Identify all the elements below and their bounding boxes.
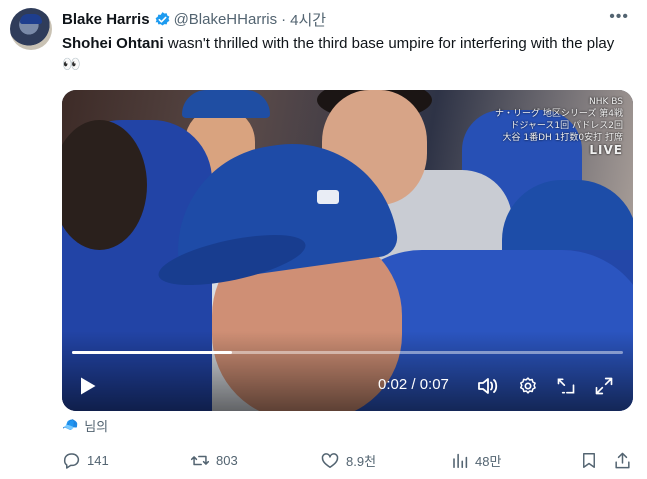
repost-count: 803 [216, 452, 238, 468]
like-button[interactable]: 8.9천 [320, 449, 376, 471]
share-button[interactable] [613, 449, 638, 471]
action-bar: 141 803 8.9천 48만 [62, 449, 637, 471]
eyes-emoji: 👀 [62, 56, 81, 73]
tagged-user-row[interactable]: 🧢 님의 [62, 416, 108, 434]
overlay-line: ナ・リーグ 地区シリーズ 第4戦 [495, 109, 623, 119]
play-icon[interactable] [76, 372, 100, 400]
tweet-text-body: wasn't thrilled with the third base umpi… [163, 35, 615, 52]
views-button[interactable]: 48만 [451, 449, 501, 471]
more-options-icon[interactable]: ••• [609, 9, 629, 25]
video-progress-bar[interactable] [72, 351, 623, 354]
video-player[interactable]: NHK BS ナ・リーグ 地区シリーズ 第4戦 ドジャース1回 パドレス2回 大… [62, 90, 633, 411]
settings-gear-icon[interactable] [514, 372, 542, 400]
controls-shade [62, 331, 633, 411]
heart-icon [321, 452, 339, 468]
repost-icon [190, 455, 210, 465]
bookmark-icon [583, 452, 595, 468]
volume-icon[interactable] [474, 372, 502, 400]
picture-in-picture-icon[interactable] [552, 372, 580, 400]
header-separator: · [281, 10, 287, 28]
reply-count: 141 [87, 452, 109, 468]
tweet-text: Shohei Ohtani wasn't thrilled with the t… [62, 33, 637, 75]
tag-label: 님의 [84, 418, 109, 434]
avatar[interactable] [10, 8, 52, 50]
broadcast-overlay: NHK BS ナ・リーグ 地区シリーズ 第4戦 ドジャース1回 パドレス2回 大… [495, 96, 623, 156]
tweet-time[interactable]: 4시간 [290, 9, 326, 30]
video-time: 0:02 / 0:07 [378, 376, 449, 393]
author-handle[interactable]: @BlakeHHarris [174, 11, 278, 28]
bookmark-button[interactable] [580, 449, 604, 471]
author-name[interactable]: Blake Harris [62, 11, 150, 28]
avatar-cap [20, 14, 42, 24]
repost-button[interactable]: 803 [190, 449, 238, 471]
views-chart-icon [453, 453, 468, 468]
overlay-live: LIVE [589, 143, 623, 157]
like-count: 8.9천 [346, 453, 377, 469]
tweet-text-bold[interactable]: Shohei Ohtani [62, 35, 164, 52]
reply-icon [63, 452, 80, 469]
tag-emoji: 🧢 [62, 417, 79, 432]
reply-button[interactable]: 141 [62, 449, 109, 471]
tweet-header: Blake Harris @BlakeHHarris · 4시간 [62, 9, 326, 29]
fullscreen-icon[interactable] [590, 372, 618, 400]
verified-badge-icon[interactable] [154, 11, 171, 28]
overlay-line: ドジャース1回 パドレス2回 [510, 121, 623, 131]
views-count: 48만 [475, 453, 502, 469]
video-progress-fill [72, 351, 232, 354]
share-icon [615, 452, 630, 468]
overlay-brand: NHK BS [589, 97, 623, 107]
